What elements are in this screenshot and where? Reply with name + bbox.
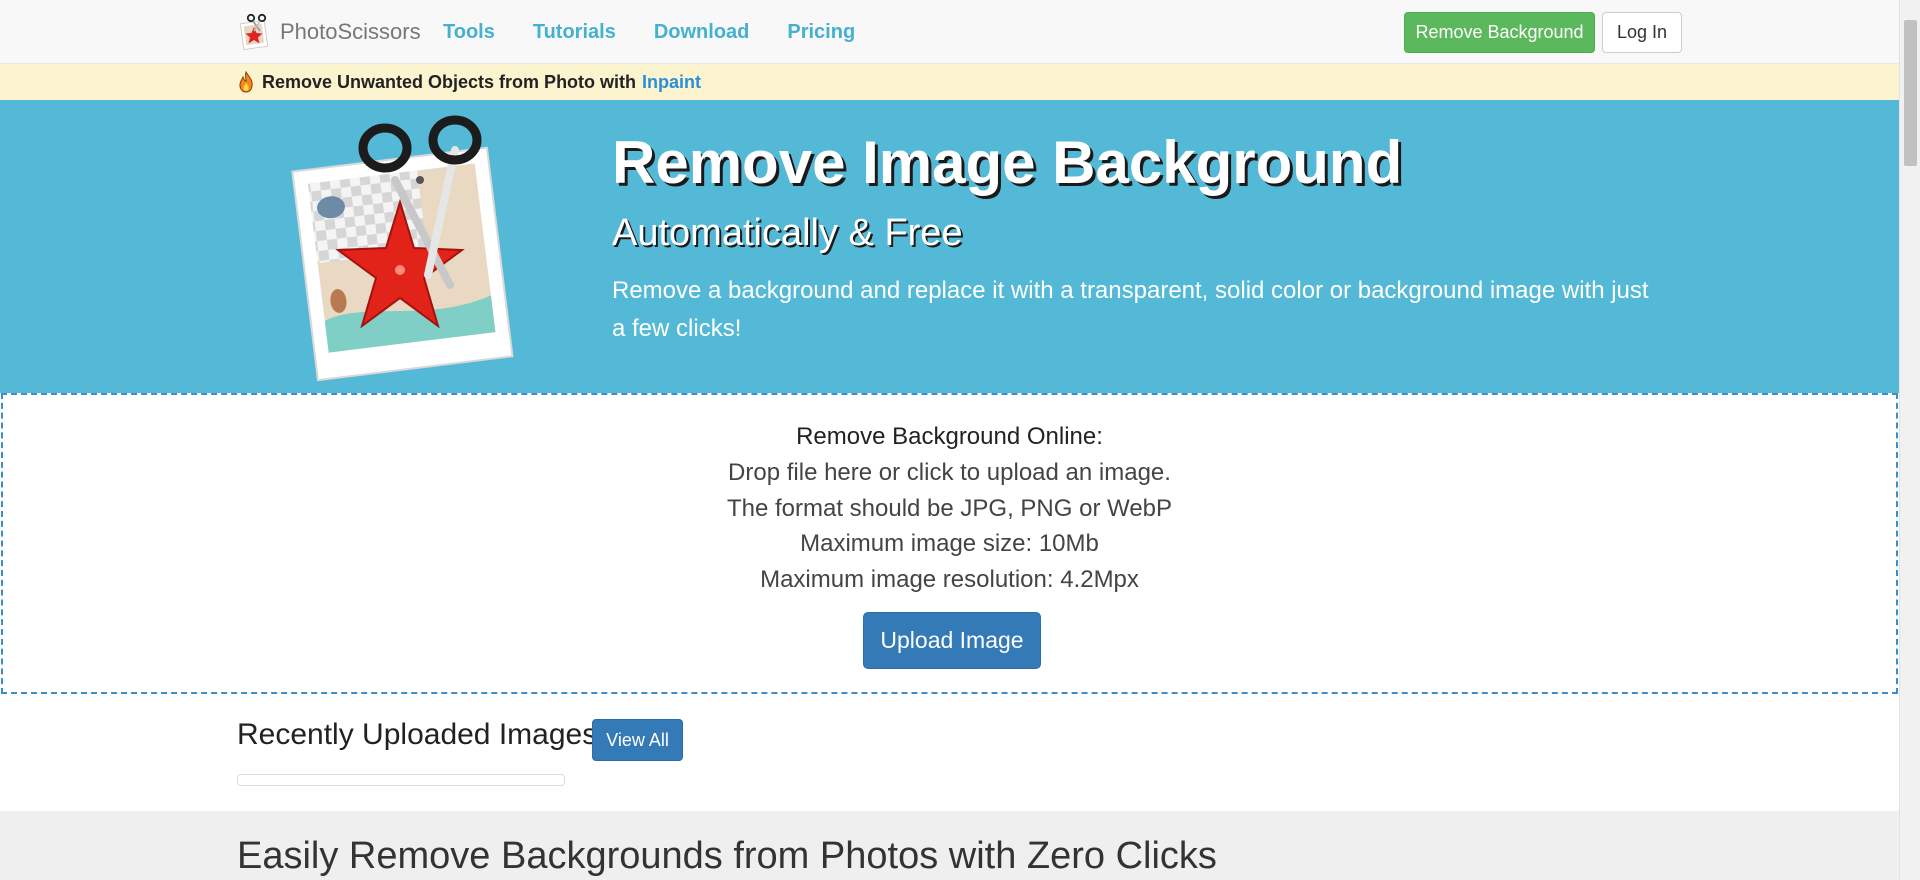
promo-content: Remove Unwanted Objects from Photo with … <box>238 71 701 93</box>
nav-tutorials[interactable]: Tutorials <box>533 21 616 44</box>
remove-background-button[interactable]: Remove Background <box>1404 12 1595 53</box>
photo-scissors-starfish-icon <box>291 115 514 382</box>
promo-text: Remove Unwanted Objects from Photo with <box>262 71 637 92</box>
hero-section: Remove Image Background Automatically & … <box>0 100 1899 393</box>
recent-uploads-title: Recently Uploaded Images <box>237 718 598 751</box>
fire-icon <box>239 71 253 93</box>
page: PhotoScissors Tools Tutorials Download P… <box>0 0 1899 880</box>
brand[interactable]: PhotoScissors <box>238 10 421 54</box>
features-section: Easily Remove Backgrounds from Photos wi… <box>0 811 1899 880</box>
top-navbar: PhotoScissors Tools Tutorials Download P… <box>0 0 1899 64</box>
upload-format-info: The format should be JPG, PNG or WebP <box>726 495 1173 522</box>
features-heading: Easily Remove Backgrounds from Photos wi… <box>237 835 1217 877</box>
hero-title: Remove Image Background <box>612 129 1403 196</box>
hero-description: Remove a background and replace it with … <box>612 277 1649 342</box>
scissors-star-logo-icon <box>239 13 269 51</box>
hero-subtitle: Automatically & Free <box>612 212 963 254</box>
upload-title: Remove Background Online: <box>796 423 1103 450</box>
brand-name: PhotoScissors <box>280 19 421 44</box>
login-button[interactable]: Log In <box>1602 12 1682 53</box>
view-all-button[interactable]: View All <box>592 719 683 761</box>
upload-resolution-info: Maximum image resolution: 4.2Mpx <box>760 566 1139 593</box>
page-scrollbar[interactable] <box>1899 0 1920 880</box>
nav-tools[interactable]: Tools <box>443 21 495 44</box>
nav-pricing[interactable]: Pricing <box>787 21 855 44</box>
recent-uploads-strip <box>237 774 565 786</box>
promo-banner: Remove Unwanted Objects from Photo with … <box>0 64 1899 100</box>
upload-instruction: Drop file here or click to upload an ima… <box>728 459 1171 486</box>
inpaint-link[interactable]: Inpaint <box>642 72 701 93</box>
scrollbar-thumb[interactable] <box>1904 20 1917 166</box>
upload-size-info: Maximum image size: 10Mb <box>800 530 1099 557</box>
upload-image-button[interactable]: Upload Image <box>863 612 1041 669</box>
nav-download[interactable]: Download <box>654 21 750 44</box>
main-nav: Tools Tutorials Download Pricing <box>443 0 893 64</box>
upload-dropzone[interactable]: Remove Background Online: Drop file here… <box>1 393 1898 694</box>
